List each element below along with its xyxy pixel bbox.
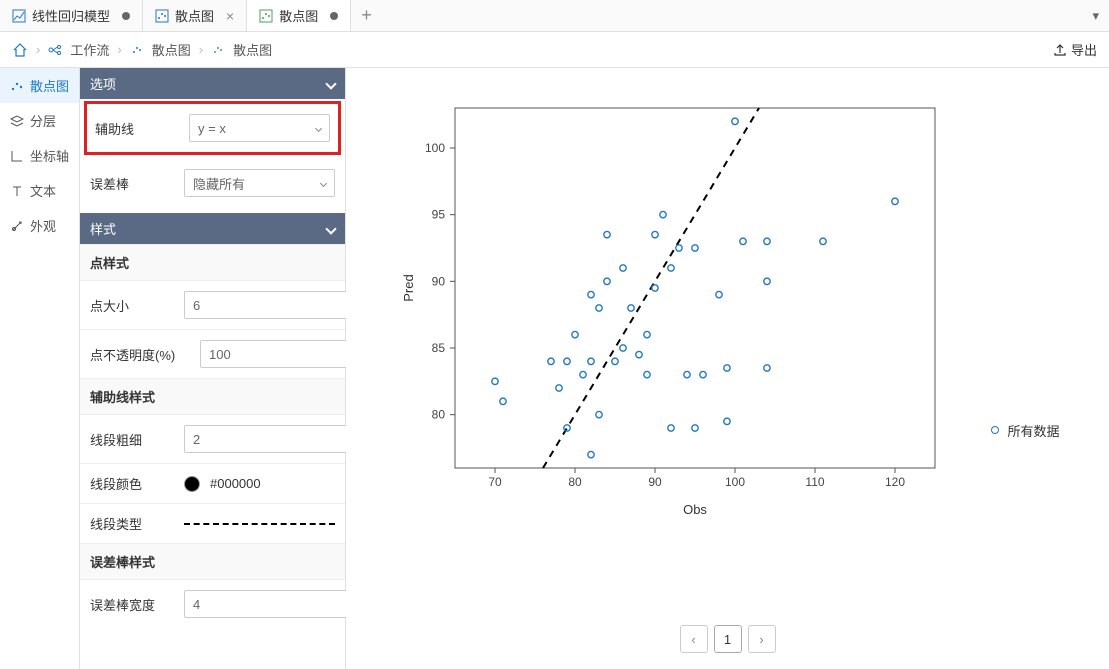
home-icon[interactable] (12, 42, 28, 58)
modified-indicator-icon (122, 12, 130, 20)
prev-page-button[interactable]: ‹ (680, 625, 708, 653)
breadcrumb-node[interactable]: 散点图 (233, 40, 272, 59)
layers-icon (10, 114, 24, 128)
point-size-label: 点大小 (90, 296, 174, 315)
tab-label: 线性回归模型 (32, 6, 110, 25)
workflow-icon (48, 43, 62, 57)
page-number[interactable]: 1 (714, 625, 742, 653)
rail-axis[interactable]: 坐标轴 (0, 138, 79, 173)
error-bar-style-header: 误差棒样式 (80, 543, 345, 580)
breadcrumb-bar: › 工作流 › 散点图 › 散点图 导出 (0, 32, 1109, 68)
point-style-header: 点样式 (80, 244, 345, 281)
options-column: 选项 辅助线 y = x 误差棒 隐藏所有 (80, 68, 346, 669)
breadcrumb: › 工作流 › 散点图 › 散点图 (12, 40, 272, 59)
scatter-chart: 70 80 90 100 110 120 80 85 90 95 100 Obs Pred (395, 88, 955, 528)
svg-text:Obs: Obs (684, 502, 708, 517)
side-rail: 散点图 分层 坐标轴 文本 外观 (0, 68, 80, 669)
svg-text:100: 100 (425, 141, 445, 155)
legend-marker-icon (991, 426, 999, 434)
export-icon (1053, 43, 1067, 57)
chevron-down-icon (325, 78, 336, 89)
line-color-label: 线段颜色 (90, 474, 174, 493)
tab-scatter-2[interactable]: 散点图 (247, 0, 351, 31)
svg-text:80: 80 (432, 408, 446, 422)
scatter-icon (259, 9, 273, 23)
scatter-icon (211, 43, 225, 57)
text-icon (10, 184, 24, 198)
next-page-button[interactable]: › (748, 625, 776, 653)
svg-text:90: 90 (649, 475, 663, 489)
error-bar-select[interactable]: 隐藏所有 (184, 169, 335, 197)
svg-text:110: 110 (806, 475, 825, 489)
tab-scatter-1[interactable]: 散点图 × (143, 0, 247, 31)
svg-text:70: 70 (489, 475, 503, 489)
tab-label: 散点图 (175, 6, 214, 25)
highlighted-option: 辅助线 y = x (84, 101, 341, 155)
style-panel-header[interactable]: 样式 (80, 213, 345, 244)
color-value: #000000 (210, 476, 261, 491)
svg-text:120: 120 (885, 475, 905, 489)
legend[interactable]: 所有数据 (991, 332, 1059, 528)
caret-down-icon (320, 179, 327, 186)
error-bar-width-label: 误差棒宽度 (90, 595, 174, 614)
line-type-preview[interactable] (184, 523, 335, 525)
rail-layer[interactable]: 分层 (0, 103, 79, 138)
color-swatch[interactable] (184, 476, 200, 492)
scatter-icon (10, 79, 24, 93)
svg-text:90: 90 (432, 274, 446, 288)
export-button[interactable]: 导出 (1053, 40, 1097, 59)
scatter-icon (155, 9, 169, 23)
error-bar-label: 误差棒 (90, 174, 174, 193)
rail-scatter[interactable]: 散点图 (0, 68, 79, 103)
legend-label: 所有数据 (1007, 421, 1059, 440)
caret-down-icon (315, 124, 322, 131)
svg-text:85: 85 (432, 341, 446, 355)
breadcrumb-node[interactable]: 散点图 (152, 40, 191, 59)
scatter-icon (130, 43, 144, 57)
ref-line-style-header: 辅助线样式 (80, 378, 345, 415)
chart-icon (12, 9, 26, 23)
svg-text:Pred: Pred (401, 274, 416, 301)
ref-line-select[interactable]: y = x (189, 114, 330, 142)
close-icon[interactable]: × (226, 8, 234, 24)
chart-canvas-column: 70 80 90 100 110 120 80 85 90 95 100 Obs Pred 所有数据 ‹… (346, 68, 1109, 669)
svg-text:80: 80 (569, 475, 583, 489)
pager: ‹ 1 › (346, 613, 1109, 669)
svg-text:100: 100 (725, 475, 745, 489)
breadcrumb-workflow[interactable]: 工作流 (70, 40, 109, 59)
tab-menu-button[interactable]: ▾ (1082, 8, 1109, 24)
tab-bar: 线性回归模型 散点图 × 散点图 + ▾ (0, 0, 1109, 32)
line-type-label: 线段类型 (90, 514, 174, 533)
point-opacity-label: 点不透明度(%) (90, 345, 190, 364)
rail-appearance[interactable]: 外观 (0, 208, 79, 243)
breadcrumb-separator: › (199, 42, 203, 57)
breadcrumb-separator: › (36, 42, 40, 57)
breadcrumb-separator: › (117, 42, 121, 57)
modified-indicator-icon (330, 12, 338, 20)
tab-label: 散点图 (279, 6, 318, 25)
svg-text:95: 95 (432, 208, 446, 222)
add-tab-button[interactable]: + (351, 5, 382, 26)
axis-icon (10, 149, 24, 163)
tab-linear-regression[interactable]: 线性回归模型 (0, 0, 143, 31)
rail-text[interactable]: 文本 (0, 173, 79, 208)
appearance-icon (10, 219, 24, 233)
ref-line-label: 辅助线 (95, 119, 179, 138)
line-width-label: 线段粗细 (90, 430, 174, 449)
options-panel-header[interactable]: 选项 (80, 68, 345, 99)
chevron-down-icon (325, 223, 336, 234)
